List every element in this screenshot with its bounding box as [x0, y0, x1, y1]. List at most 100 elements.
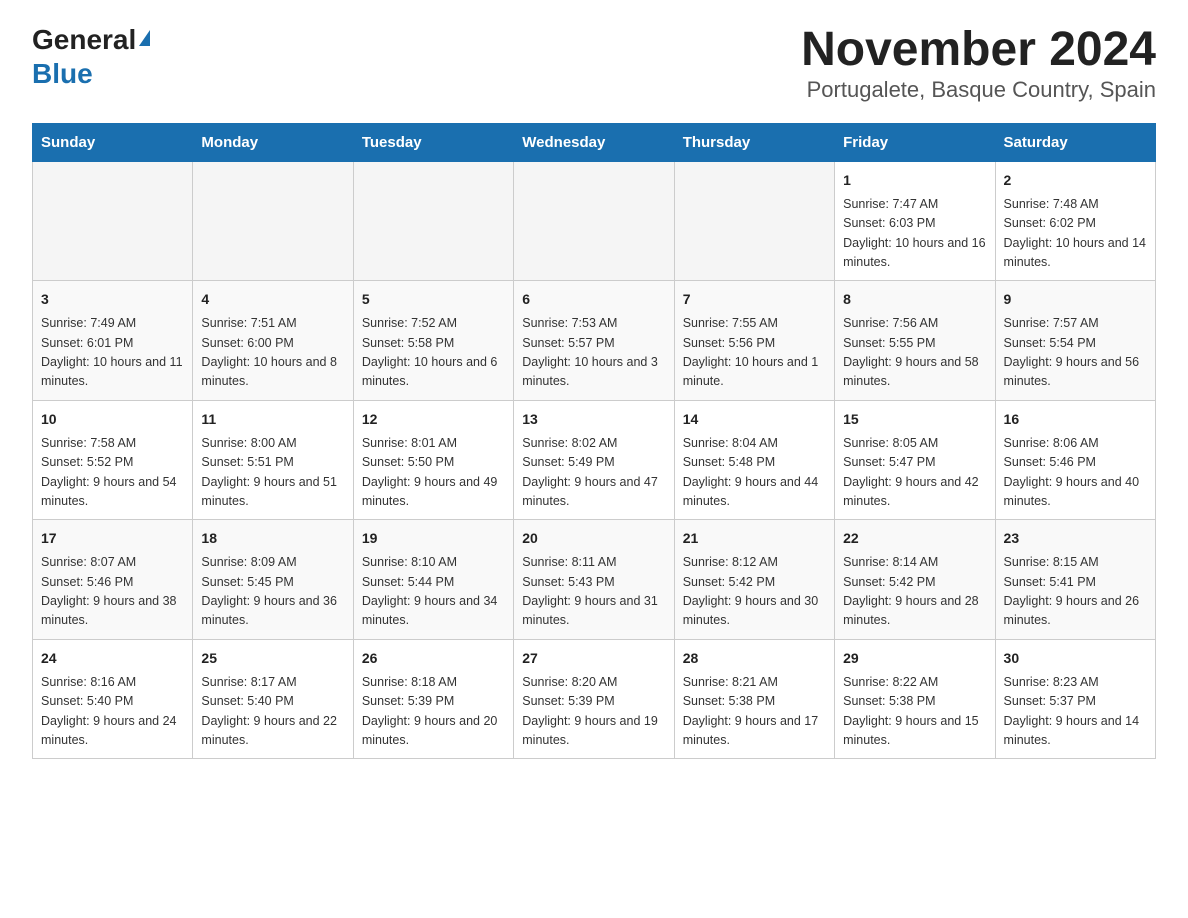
calendar-week-row: 24 Sunrise: 8:16 AMSunset: 5:40 PMDayligh…: [33, 639, 1156, 759]
calendar-cell: 5 Sunrise: 7:52 AMSunset: 5:58 PMDaylight…: [353, 281, 513, 401]
day-info: Sunrise: 7:58 AMSunset: 5:52 PMDaylight:…: [41, 434, 184, 512]
calendar-cell: 3 Sunrise: 7:49 AMSunset: 6:01 PMDaylight…: [33, 281, 193, 401]
calendar-cell: 23 Sunrise: 8:15 AMSunset: 5:41 PMDayligh…: [995, 520, 1155, 640]
day-info: Sunrise: 7:53 AMSunset: 5:57 PMDaylight:…: [522, 314, 665, 392]
col-wednesday: Wednesday: [514, 123, 674, 161]
day-number: 22: [843, 528, 986, 549]
calendar-cell: 4Sunrise: 7:51 AMSunset: 6:00 PMDaylight…: [193, 281, 353, 401]
day-number: 16: [1004, 409, 1147, 430]
page-header: General Blue November 2024 Portugalete, …: [32, 24, 1156, 103]
day-number: 13: [522, 409, 665, 430]
day-number: 6: [522, 289, 665, 310]
day-info: Sunrise: 8:05 AMSunset: 5:47 PMDaylight:…: [843, 434, 986, 512]
day-info: Sunrise: 7:51 AMSunset: 6:00 PMDaylight:…: [201, 314, 344, 392]
day-number: 11: [201, 409, 344, 430]
day-number: 28: [683, 648, 826, 669]
day-info: Sunrise: 8:17 AMSunset: 5:40 PMDaylight:…: [201, 673, 344, 751]
calendar-cell: 6 Sunrise: 7:53 AMSunset: 5:57 PMDaylight…: [514, 281, 674, 401]
day-info: Sunrise: 7:52 AMSunset: 5:58 PMDaylight:…: [362, 314, 505, 392]
col-sunday: Sunday: [33, 123, 193, 161]
calendar-cell: [33, 161, 193, 281]
calendar-cell: 24 Sunrise: 8:16 AMSunset: 5:40 PMDayligh…: [33, 639, 193, 759]
day-number: 15: [843, 409, 986, 430]
logo-chevron-icon: [139, 30, 150, 46]
calendar-cell: 19 Sunrise: 8:10 AMSunset: 5:44 PMDayligh…: [353, 520, 513, 640]
calendar-cell: 8Sunrise: 7:56 AMSunset: 5:55 PMDaylight…: [835, 281, 995, 401]
calendar-week-row: 3 Sunrise: 7:49 AMSunset: 6:01 PMDaylight…: [33, 281, 1156, 401]
logo-general-text: General: [32, 24, 136, 56]
title-block: November 2024 Portugalete, Basque Countr…: [801, 24, 1156, 103]
calendar-cell: 28 Sunrise: 8:21 AMSunset: 5:38 PMDayligh…: [674, 639, 834, 759]
calendar-cell: 10 Sunrise: 7:58 AMSunset: 5:52 PMDayligh…: [33, 400, 193, 520]
day-number: 2: [1004, 170, 1147, 191]
day-info: Sunrise: 8:14 AMSunset: 5:42 PMDaylight:…: [843, 553, 986, 631]
calendar-week-row: 10 Sunrise: 7:58 AMSunset: 5:52 PMDayligh…: [33, 400, 1156, 520]
calendar-cell: 14 Sunrise: 8:04 AMSunset: 5:48 PMDayligh…: [674, 400, 834, 520]
day-number: 10: [41, 409, 184, 430]
day-number: 17: [41, 528, 184, 549]
calendar-cell: [674, 161, 834, 281]
logo: General Blue: [32, 24, 150, 90]
day-number: 14: [683, 409, 826, 430]
day-info: Sunrise: 8:10 AMSunset: 5:44 PMDaylight:…: [362, 553, 505, 631]
day-info: Sunrise: 8:22 AMSunset: 5:38 PMDaylight:…: [843, 673, 986, 751]
calendar-cell: 20Sunrise: 8:11 AMSunset: 5:43 PMDayligh…: [514, 520, 674, 640]
calendar-cell: 25 Sunrise: 8:17 AMSunset: 5:40 PMDayligh…: [193, 639, 353, 759]
calendar-cell: [353, 161, 513, 281]
day-number: 23: [1004, 528, 1147, 549]
col-saturday: Saturday: [995, 123, 1155, 161]
calendar-cell: 1Sunrise: 7:47 AMSunset: 6:03 PMDaylight…: [835, 161, 995, 281]
calendar-cell: 2 Sunrise: 7:48 AMSunset: 6:02 PMDaylight…: [995, 161, 1155, 281]
calendar-cell: 11 Sunrise: 8:00 AMSunset: 5:51 PMDayligh…: [193, 400, 353, 520]
page-title: November 2024: [801, 24, 1156, 77]
day-number: 19: [362, 528, 505, 549]
day-number: 21: [683, 528, 826, 549]
col-friday: Friday: [835, 123, 995, 161]
calendar-cell: [514, 161, 674, 281]
day-number: 24: [41, 648, 184, 669]
day-number: 30: [1004, 648, 1147, 669]
calendar-cell: 9 Sunrise: 7:57 AMSunset: 5:54 PMDaylight…: [995, 281, 1155, 401]
day-info: Sunrise: 7:57 AMSunset: 5:54 PMDaylight:…: [1004, 314, 1147, 392]
calendar-cell: 30 Sunrise: 8:23 AMSunset: 5:37 PMDayligh…: [995, 639, 1155, 759]
day-number: 3: [41, 289, 184, 310]
day-info: Sunrise: 8:06 AMSunset: 5:46 PMDaylight:…: [1004, 434, 1147, 512]
day-number: 26: [362, 648, 505, 669]
calendar-table: Sunday Monday Tuesday Wednesday Thursday…: [32, 123, 1156, 760]
day-info: Sunrise: 8:16 AMSunset: 5:40 PMDaylight:…: [41, 673, 184, 751]
day-info: Sunrise: 7:47 AMSunset: 6:03 PMDaylight:…: [843, 195, 986, 273]
day-info: Sunrise: 8:15 AMSunset: 5:41 PMDaylight:…: [1004, 553, 1147, 631]
day-number: 9: [1004, 289, 1147, 310]
day-info: Sunrise: 8:20 AMSunset: 5:39 PMDaylight:…: [522, 673, 665, 751]
calendar-cell: [193, 161, 353, 281]
day-info: Sunrise: 7:48 AMSunset: 6:02 PMDaylight:…: [1004, 195, 1147, 273]
calendar-cell: 26 Sunrise: 8:18 AMSunset: 5:39 PMDayligh…: [353, 639, 513, 759]
calendar-cell: 12Sunrise: 8:01 AMSunset: 5:50 PMDayligh…: [353, 400, 513, 520]
col-thursday: Thursday: [674, 123, 834, 161]
day-info: Sunrise: 8:00 AMSunset: 5:51 PMDaylight:…: [201, 434, 344, 512]
day-info: Sunrise: 8:18 AMSunset: 5:39 PMDaylight:…: [362, 673, 505, 751]
day-info: Sunrise: 8:07 AMSunset: 5:46 PMDaylight:…: [41, 553, 184, 631]
day-info: Sunrise: 7:55 AMSunset: 5:56 PMDaylight:…: [683, 314, 826, 392]
day-info: Sunrise: 8:21 AMSunset: 5:38 PMDaylight:…: [683, 673, 826, 751]
calendar-week-row: 1Sunrise: 7:47 AMSunset: 6:03 PMDaylight…: [33, 161, 1156, 281]
day-info: Sunrise: 8:04 AMSunset: 5:48 PMDaylight:…: [683, 434, 826, 512]
calendar-cell: 21Sunrise: 8:12 AMSunset: 5:42 PMDayligh…: [674, 520, 834, 640]
calendar-cell: 18Sunrise: 8:09 AMSunset: 5:45 PMDayligh…: [193, 520, 353, 640]
col-tuesday: Tuesday: [353, 123, 513, 161]
day-number: 25: [201, 648, 344, 669]
day-info: Sunrise: 8:11 AMSunset: 5:43 PMDaylight:…: [522, 553, 665, 631]
day-info: Sunrise: 8:23 AMSunset: 5:37 PMDaylight:…: [1004, 673, 1147, 751]
calendar-cell: 29Sunrise: 8:22 AMSunset: 5:38 PMDayligh…: [835, 639, 995, 759]
page-subtitle: Portugalete, Basque Country, Spain: [801, 77, 1156, 103]
calendar-cell: 27 Sunrise: 8:20 AMSunset: 5:39 PMDayligh…: [514, 639, 674, 759]
calendar-cell: 17 Sunrise: 8:07 AMSunset: 5:46 PMDayligh…: [33, 520, 193, 640]
calendar-cell: 13Sunrise: 8:02 AMSunset: 5:49 PMDayligh…: [514, 400, 674, 520]
calendar-header-row: Sunday Monday Tuesday Wednesday Thursday…: [33, 123, 1156, 161]
day-number: 5: [362, 289, 505, 310]
calendar-cell: 22 Sunrise: 8:14 AMSunset: 5:42 PMDayligh…: [835, 520, 995, 640]
day-number: 18: [201, 528, 344, 549]
logo-blue-text: Blue: [32, 58, 93, 89]
day-info: Sunrise: 7:49 AMSunset: 6:01 PMDaylight:…: [41, 314, 184, 392]
day-number: 27: [522, 648, 665, 669]
